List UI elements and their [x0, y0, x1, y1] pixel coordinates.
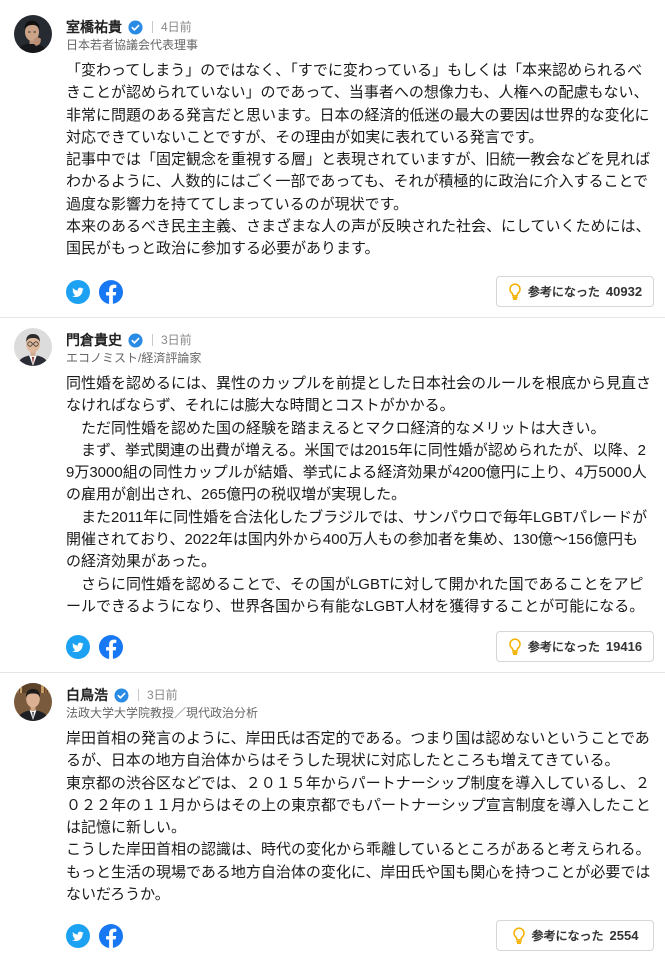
avatar-photo	[14, 15, 52, 53]
facebook-icon	[99, 923, 123, 948]
author-name[interactable]: 門倉貴史	[66, 330, 122, 350]
verified-check-icon	[128, 332, 143, 348]
comment-paragraph: 東京都の渋谷区などでは、２０１５年からパートナーシップ制度を導入しているし、２０…	[66, 774, 651, 837]
avatar-photo	[14, 328, 52, 366]
comment-content: 白鳥浩 3日前 法政大学大学院教授／現代政治分析 岸田首相の発言のように、岸田氏…	[66, 685, 651, 906]
separator	[152, 21, 153, 33]
author-avatar[interactable]	[14, 683, 52, 721]
comment-header: 白鳥浩 3日前	[66, 685, 651, 705]
comment-actions: 参考になった 19416	[66, 631, 654, 662]
comment-body: 岸田首相の発言のように、岸田氏は否定的である。つまり国は認めないということである…	[66, 728, 651, 906]
comment-paragraph: 同性婚を認めるには、異性のカップルを前提とした日本社会のルールを根底から見直さな…	[66, 375, 652, 415]
author-title: 日本若者協議会代表理事	[66, 38, 199, 52]
comment-paragraph: 記事中では「固定観念を重視する層」と表現されていますが、旧統一教会などを見ればわ…	[66, 151, 651, 213]
helpful-label: 参考になった	[527, 640, 600, 654]
twitter-share-button[interactable]	[66, 923, 90, 948]
facebook-share-button[interactable]	[99, 634, 123, 659]
author-name[interactable]: 白鳥浩	[66, 685, 108, 705]
expert-comment: 室橋祐貴 4日前 日本若者協議会代表理事 「変わってしまう」のではなく、「すでに…	[0, 0, 665, 318]
lightbulb-icon	[509, 638, 521, 655]
comment-header: 室橋祐貴 4日前	[66, 17, 651, 37]
facebook-icon	[99, 279, 123, 304]
author-title: エコノミスト/経済評論家	[66, 351, 202, 365]
facebook-share-button[interactable]	[99, 279, 123, 304]
helpful-label: 参考になった	[527, 285, 600, 299]
separator	[152, 334, 153, 346]
comment-paragraph: また2011年に同性婚を合法化したブラジルでは、サンパウロで毎年LGBTパレード…	[66, 508, 648, 571]
comment-paragraph: 本来のあるべき民主主義、さまざまな人の声が反映された社会、にしていくためには、国…	[66, 218, 651, 258]
expert-comment: 白鳥浩 3日前 法政大学大学院教授／現代政治分析 岸田首相の発言のように、岸田氏…	[0, 673, 665, 961]
helpful-button[interactable]: 参考になった 2554	[496, 920, 654, 951]
comment-actions: 参考になった 40932	[66, 276, 654, 307]
facebook-share-button[interactable]	[99, 923, 123, 948]
author-avatar[interactable]	[14, 328, 52, 366]
lightbulb-icon	[509, 283, 521, 300]
comment-body: 「変わってしまう」のではなく、「すでに変わっている」もしくは「本来認められるべき…	[66, 60, 651, 261]
author-name[interactable]: 室橋祐貴	[66, 17, 122, 37]
twitter-icon	[66, 923, 90, 948]
comment-body: 同性婚を認めるには、異性のカップルを前提とした日本社会のルールを根底から見直さな…	[66, 373, 651, 618]
comment-paragraph: ただ同性婚を認めた国の経験を踏まえるとマクロ経済的なメリットは大きい。	[66, 419, 606, 437]
comment-paragraph: まず、挙式関連の出費が増える。米国では2015年に同性婚が認められたが、以降、2…	[66, 441, 647, 504]
comment-actions: 参考になった 2554	[66, 920, 654, 951]
author-avatar[interactable]	[14, 15, 52, 53]
avatar-photo	[14, 683, 52, 721]
facebook-icon	[99, 634, 123, 659]
helpful-count: 2554	[609, 928, 639, 943]
comment-header: 門倉貴史 3日前	[66, 330, 651, 350]
expert-comment: 門倉貴史 3日前 エコノミスト/経済評論家 同性婚を認めるには、異性のカップルを…	[0, 318, 665, 673]
comment-content: 門倉貴史 3日前 エコノミスト/経済評論家 同性婚を認めるには、異性のカップルを…	[66, 330, 651, 618]
lightbulb-icon	[512, 927, 525, 944]
comment-paragraph: 「変わってしまう」のではなく、「すでに変わっている」もしくは「本来認められるべき…	[66, 62, 650, 146]
twitter-icon	[66, 279, 90, 304]
comment-paragraph: こうした岸田首相の認識は、時代の変化から乖離しているところがあると考えられる。も…	[66, 841, 651, 904]
helpful-count: 40932	[605, 284, 643, 299]
post-time: 4日前	[161, 20, 192, 34]
helpful-button[interactable]: 参考になった 19416	[496, 631, 654, 662]
comment-paragraph: さらに同性婚を認めることで、その国がLGBTに対して開かれた国であることをアピー…	[66, 575, 645, 615]
author-title: 法政大学大学院教授／現代政治分析	[66, 706, 259, 720]
verified-check-icon	[114, 687, 129, 703]
verified-check-icon	[128, 19, 143, 35]
helpful-count: 19416	[605, 639, 643, 654]
separator	[138, 689, 139, 701]
post-time: 3日前	[147, 688, 178, 702]
twitter-icon	[66, 634, 90, 659]
twitter-share-button[interactable]	[66, 634, 90, 659]
post-time: 3日前	[161, 333, 192, 347]
comment-content: 室橋祐貴 4日前 日本若者協議会代表理事 「変わってしまう」のではなく、「すでに…	[66, 17, 651, 261]
comment-paragraph: 岸田首相の発言のように、岸田氏は否定的である。つまり国は認めないということである…	[66, 730, 650, 770]
helpful-label: 参考になった	[531, 929, 604, 943]
helpful-button[interactable]: 参考になった 40932	[496, 276, 654, 307]
twitter-share-button[interactable]	[66, 279, 90, 304]
